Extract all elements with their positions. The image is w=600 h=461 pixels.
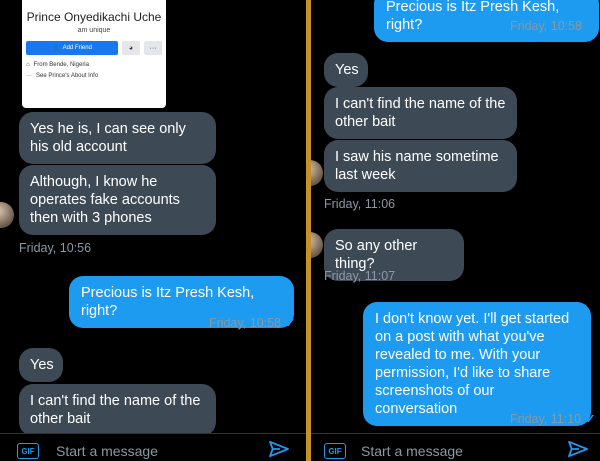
gif-button[interactable]: GIF (324, 443, 346, 459)
read-check-icon: ✓ (585, 412, 596, 426)
message-received: I can't find the name of the other bait (19, 384, 216, 436)
more-icon: ··· (149, 44, 157, 52)
profile-about-link[interactable]: ··· See Prince's About Info (26, 73, 162, 79)
add-friend-icon: 👤 (52, 45, 60, 52)
avatar (0, 202, 14, 228)
message-timestamp: Friday, 11:07 (324, 269, 396, 283)
avatar (311, 232, 323, 258)
message-received: I can't find the name of the other bait (324, 87, 517, 139)
message-received: Yes (19, 348, 63, 382)
profile-name: Prince Onyedikachi Uche (26, 10, 162, 24)
gif-icon: GIF (328, 446, 342, 456)
message-composer: GIF Start a message (311, 433, 600, 461)
send-icon[interactable] (567, 440, 589, 458)
profile-from: ⌂ From Bende, Nigeria (26, 62, 89, 68)
messenger-icon: ◕ (128, 44, 134, 52)
gif-icon: GIF (21, 446, 35, 456)
message-timestamp: Friday, 10:56 (19, 241, 92, 255)
message-received: Yes he is, I can see only his old accoun… (19, 112, 216, 164)
right-conversation-panel: Precious is Itz Presh Kesh, right? Frida… (311, 0, 600, 461)
message-timestamp: Friday, 10:58 ✓ (510, 19, 597, 33)
send-icon[interactable] (268, 440, 290, 458)
gif-button[interactable]: GIF (17, 443, 39, 459)
message-timestamp: Friday, 11:10 ✓ (510, 412, 596, 426)
profile-card[interactable]: Prince Onyedikachi Uche am unique 👤 Add … (22, 0, 166, 108)
info-icon: ··· (26, 73, 32, 79)
message-composer: GIF Start a message (0, 433, 306, 461)
message-input[interactable]: Start a message (361, 443, 463, 459)
more-button[interactable]: ··· (144, 41, 162, 55)
message-received: Yes (324, 53, 368, 87)
message-received: Although, I know he operates fake accoun… (19, 165, 216, 235)
left-conversation-panel: Prince Onyedikachi Uche am unique 👤 Add … (0, 0, 306, 461)
home-icon: ⌂ (26, 62, 30, 68)
message-timestamp: Friday, 11:06 (324, 197, 396, 211)
avatar (311, 160, 323, 186)
messenger-button[interactable]: ◕ (122, 41, 140, 55)
message-sent: I don't know yet. I'll get started on a … (363, 302, 591, 426)
add-friend-button[interactable]: 👤 Add Friend (26, 41, 118, 55)
read-check-icon: ✓ (586, 19, 597, 33)
message-timestamp: Friday, 10:58 ✓ (209, 316, 296, 330)
read-check-icon: ✓ (285, 316, 296, 330)
message-input[interactable]: Start a message (56, 443, 158, 459)
profile-bio: am unique (77, 27, 111, 34)
message-received: I saw his name sometime last week (324, 140, 517, 192)
